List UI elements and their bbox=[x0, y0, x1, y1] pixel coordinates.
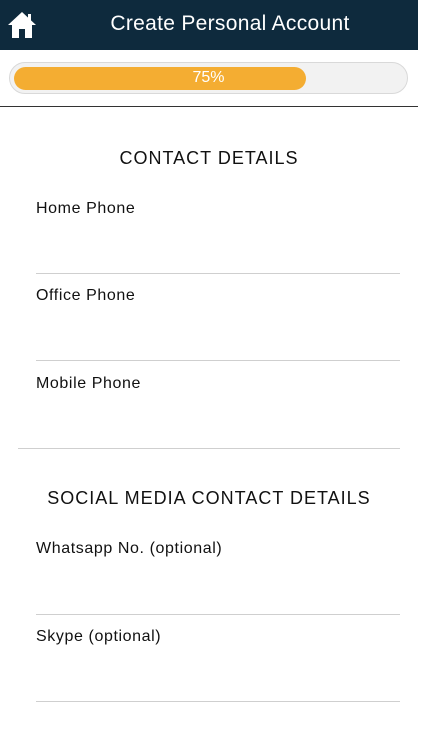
whatsapp-input[interactable] bbox=[36, 574, 400, 615]
page-title: Create Personal Account bbox=[110, 12, 350, 35]
mobile-phone-input[interactable] bbox=[18, 408, 400, 449]
whatsapp-label: Whatsapp No. (optional) bbox=[36, 540, 223, 557]
header-divider bbox=[0, 106, 418, 107]
home-phone-input[interactable] bbox=[36, 233, 400, 274]
home-icon[interactable] bbox=[6, 9, 38, 41]
skype-label: Skype (optional) bbox=[36, 628, 162, 645]
social-media-heading: SOCIAL MEDIA CONTACT DETAILS bbox=[47, 488, 371, 508]
app-header: Create Personal Account bbox=[0, 0, 418, 50]
progress-label: 75% bbox=[192, 69, 225, 86]
mobile-phone-label: Mobile Phone bbox=[36, 375, 142, 392]
office-phone-label: Office Phone bbox=[36, 287, 136, 304]
home-phone-label: Home Phone bbox=[36, 200, 136, 217]
office-phone-input[interactable] bbox=[36, 320, 400, 361]
contact-details-heading: CONTACT DETAILS bbox=[119, 148, 299, 168]
progress-bar: 75% bbox=[9, 62, 408, 94]
skype-input[interactable] bbox=[36, 661, 400, 702]
